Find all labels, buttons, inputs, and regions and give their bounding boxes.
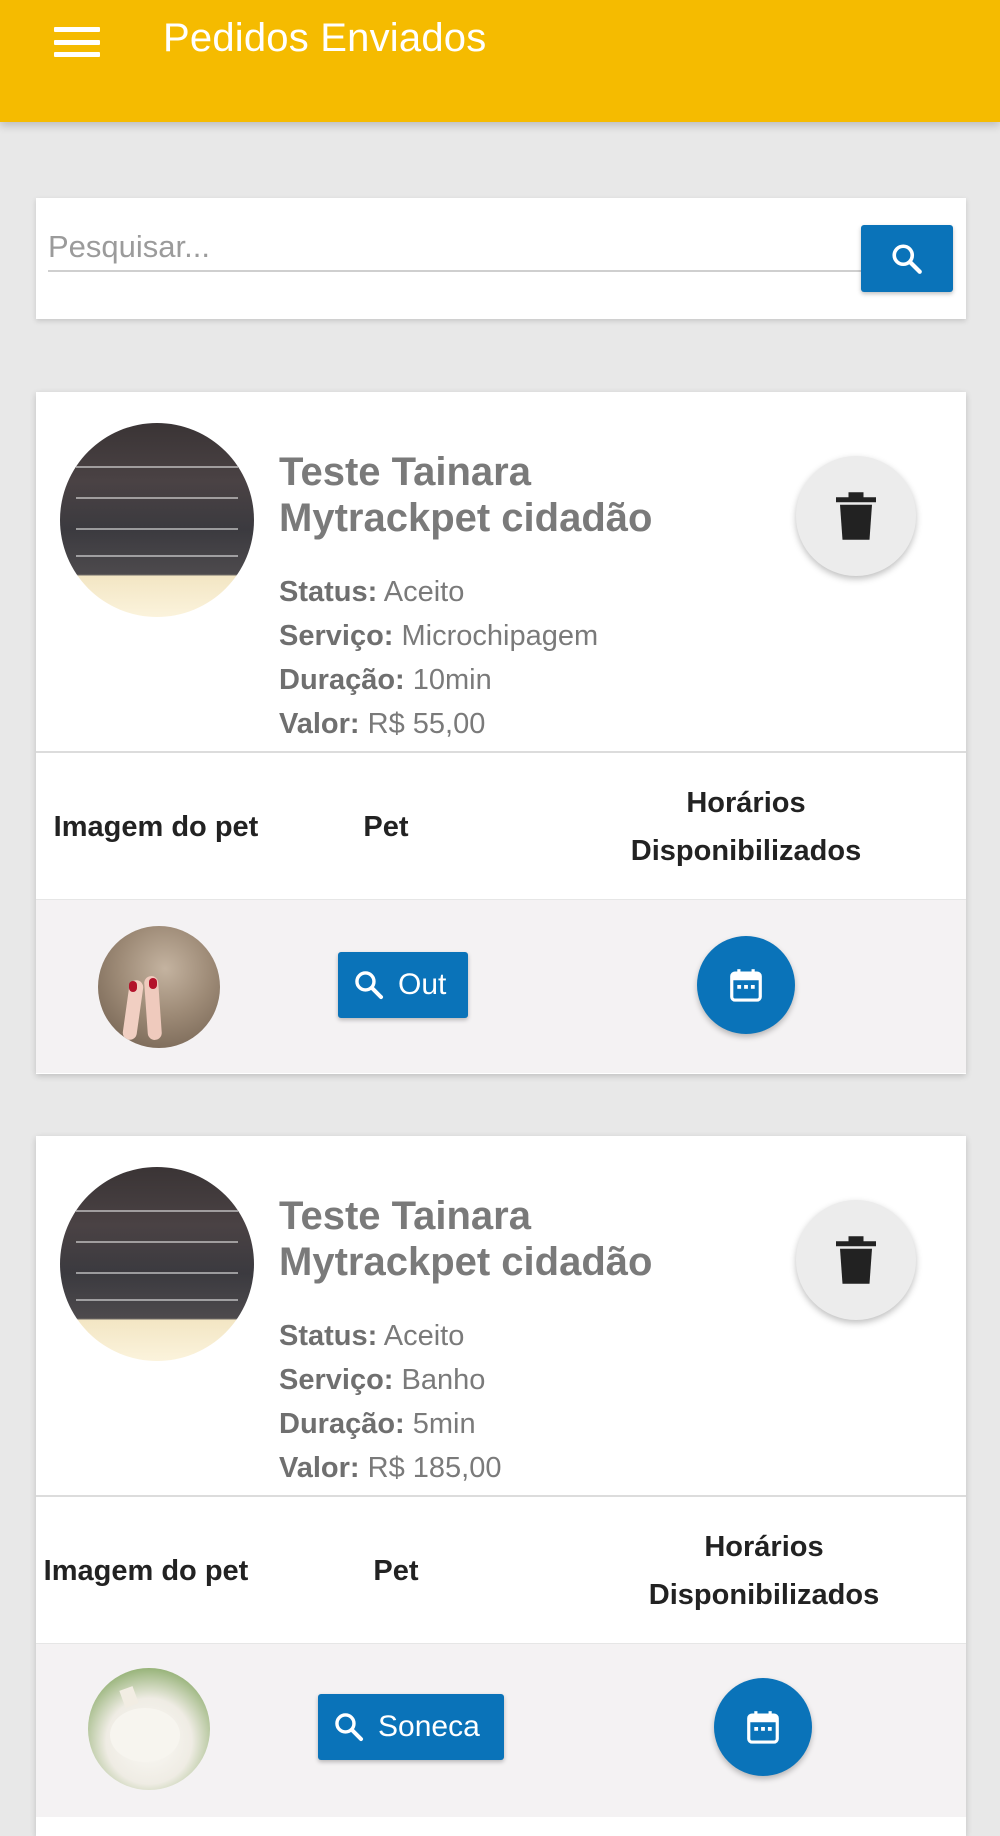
order-details: Status: Aceito Serviço: Microchipagem Du… (279, 570, 598, 746)
calendar-icon (747, 1711, 779, 1744)
status-value: Aceito (383, 576, 465, 608)
table-row: Out (36, 900, 966, 1073)
table-header: Imagem do pet Pet Horários Disponibiliza… (36, 1497, 966, 1644)
duration-value: 10min (412, 664, 492, 696)
table-header: Imagem do pet Pet Horários Disponibiliza… (36, 753, 966, 900)
owner-name: Teste Tainara Mytrackpet cidadão (279, 450, 653, 540)
search-icon (892, 243, 922, 274)
pet-name: Out (398, 968, 447, 1001)
duration-value: 5min (412, 1408, 476, 1440)
delete-button[interactable] (796, 1200, 916, 1320)
trash-icon (836, 1236, 876, 1284)
order-card: Teste Tainara Mytrackpet cidadão Status:… (36, 1136, 966, 1836)
app-bar: Pedidos Enviados (0, 0, 1000, 122)
search-card (36, 198, 966, 319)
column-header-image: Imagem do pet (53, 810, 259, 843)
service-label: Serviço: (279, 620, 394, 652)
status-label: Status: (279, 1320, 378, 1352)
pet-name: Soneca (378, 1710, 480, 1743)
pet-photo (98, 926, 220, 1048)
duration-label: Duração: (279, 1408, 405, 1440)
schedules-button[interactable] (697, 936, 795, 1034)
column-header-schedules: Horários Disponibilizados (630, 786, 862, 867)
price-value: R$ 55,00 (367, 708, 486, 740)
search-button[interactable] (861, 225, 953, 292)
price-label: Valor: (279, 1452, 360, 1484)
trash-icon (836, 492, 876, 540)
view-pet-button[interactable]: Out (338, 952, 468, 1018)
pet-photo (88, 1668, 210, 1790)
table-row: Soneca (36, 1644, 966, 1817)
calendar-icon (730, 969, 762, 1002)
search-icon (355, 971, 384, 1000)
schedules-button[interactable] (714, 1678, 812, 1776)
service-value: Banho (401, 1364, 486, 1396)
page-title: Pedidos Enviados (163, 16, 487, 60)
column-header-pet: Pet (373, 1554, 419, 1587)
view-pet-button[interactable]: Soneca (318, 1694, 504, 1760)
owner-name: Teste Tainara Mytrackpet cidadão (279, 1194, 653, 1284)
price-label: Valor: (279, 708, 360, 740)
menu-icon[interactable] (52, 24, 102, 60)
price-value: R$ 185,00 (367, 1452, 502, 1484)
owner-avatar (60, 1167, 254, 1361)
order-card: Teste Tainara Mytrackpet cidadão Status:… (36, 392, 966, 1074)
status-value: Aceito (383, 1320, 465, 1352)
order-details: Status: Aceito Serviço: Banho Duração: 5… (279, 1314, 501, 1490)
delete-button[interactable] (796, 456, 916, 576)
owner-avatar (60, 423, 254, 617)
column-header-image: Imagem do pet (43, 1554, 249, 1587)
search-input[interactable] (48, 224, 873, 272)
status-label: Status: (279, 576, 378, 608)
service-value: Microchipagem (401, 620, 599, 652)
search-icon (335, 1713, 364, 1742)
duration-label: Duração: (279, 664, 405, 696)
column-header-schedules: Horários Disponibilizados (648, 1530, 880, 1611)
column-header-pet: Pet (363, 810, 409, 843)
service-label: Serviço: (279, 1364, 394, 1396)
